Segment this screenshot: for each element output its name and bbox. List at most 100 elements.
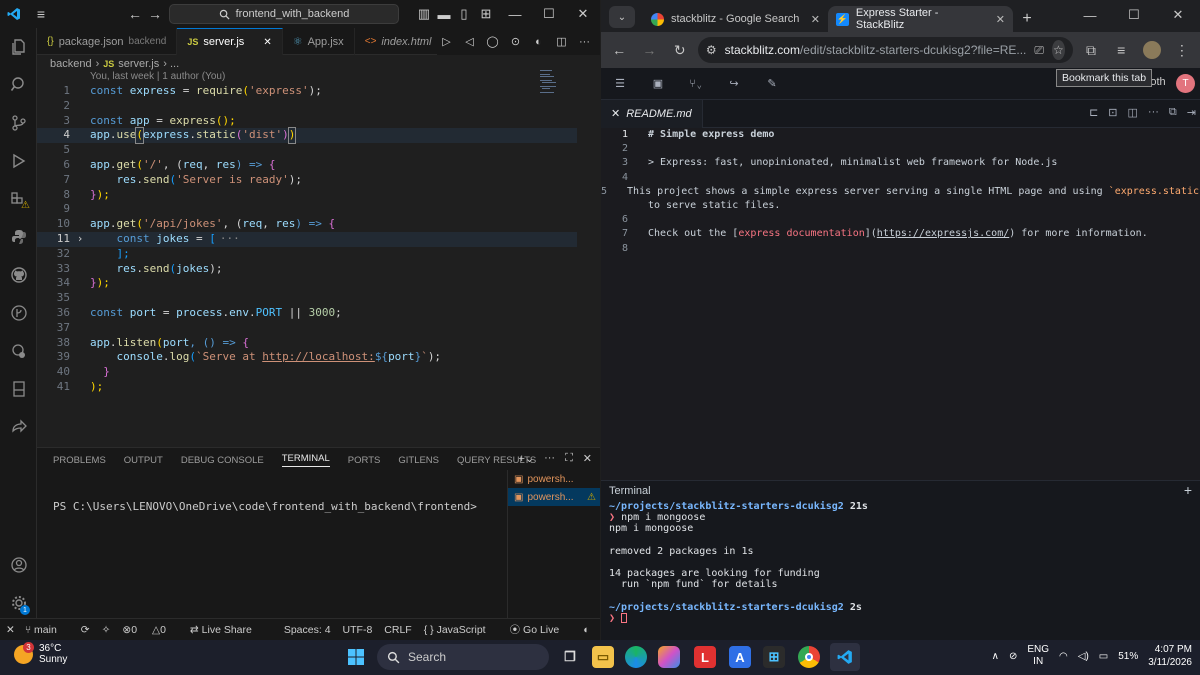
layout-toggle-icon[interactable]: ▥ (414, 0, 434, 28)
preview-icon[interactable]: ⊏ (1089, 106, 1098, 119)
tab-index-html[interactable]: <> index.html (355, 28, 443, 55)
minimize-icon[interactable]: — (498, 0, 532, 28)
explorer-icon[interactable] (0, 28, 37, 66)
run-debug-icon[interactable] (0, 142, 37, 180)
compare-icon[interactable]: ◯ (483, 35, 502, 48)
maximize-icon[interactable]: ☐ (1112, 0, 1156, 30)
problems-indicator[interactable]: ⊗0 △0 (122, 624, 178, 636)
split-preview-icon[interactable]: ⊡ (1108, 106, 1117, 119)
customize-layout-icon[interactable]: ⊞ (474, 0, 498, 28)
edit-pencil-icon[interactable]: ✎ (753, 68, 791, 100)
back-arrow-icon[interactable]: ← (607, 37, 631, 63)
wifi-icon[interactable]: ◠ (1059, 651, 1068, 662)
remote-explorer-icon[interactable] (0, 332, 37, 370)
weather-widget[interactable]: 3 36°C Sunny (14, 641, 67, 665)
open-external-icon[interactable]: ⧉ (1169, 106, 1177, 119)
sidebar-toggle-icon[interactable]: ▯ (454, 0, 474, 28)
file-explorer-icon[interactable]: ▭ (592, 646, 614, 668)
volume-icon[interactable]: ◁) (1078, 651, 1089, 662)
gitlens-icon[interactable]: ◐ (529, 36, 548, 48)
fold-chevron-icon[interactable]: › (70, 232, 90, 247)
panel-tab-output[interactable]: OUTPUT (124, 455, 163, 466)
vscode-taskbar-icon[interactable] (830, 643, 860, 671)
code-editor[interactable]: 1 const express = require('express'); 2 3… (37, 84, 577, 395)
remote-icon[interactable]: ✕ (6, 624, 15, 636)
stackblitz-terminal[interactable]: Terminal + ~/projects/stackblitz-starter… (601, 480, 1200, 640)
media-control-icon[interactable]: ≡ (1109, 37, 1133, 63)
forward-arrow-icon[interactable]: → (637, 37, 661, 63)
chrome-tab-stackblitz[interactable]: ⚡ Express Starter - StackBlitz ✕ (828, 6, 1013, 32)
tab-server-js[interactable]: JS server.js ✕ (177, 28, 283, 55)
tab-package-json[interactable]: {} package.json backend (37, 28, 178, 55)
user-avatar[interactable]: T (1176, 74, 1195, 93)
split-editor-icon[interactable]: ◫ (552, 35, 571, 48)
panel-tab-ports[interactable]: PORTS (348, 455, 381, 466)
network-off-icon[interactable]: ⊘ (1009, 651, 1017, 662)
breadcrumb-folder[interactable]: backend (50, 58, 92, 70)
panel-tab-terminal[interactable]: TERMINAL (281, 453, 330, 467)
close-tab-icon[interactable]: ✕ (611, 107, 620, 120)
timeline-icon[interactable]: ◁ (460, 35, 479, 48)
command-center-search[interactable]: frontend_with_backend (169, 4, 399, 24)
chrome-icon[interactable] (798, 646, 820, 668)
gitlens-icon[interactable] (0, 294, 37, 332)
tab-close-icon[interactable]: ✕ (263, 37, 271, 48)
new-tab-icon[interactable]: + (1013, 6, 1041, 32)
new-terminal-icon[interactable]: + (1184, 482, 1192, 498)
source-control-icon[interactable] (0, 104, 37, 142)
codelens-blame[interactable]: You, last week | 1 author (You) (90, 71, 225, 82)
indentation-indicator[interactable]: Spaces: 4 (284, 624, 331, 636)
taskbar-search[interactable]: Search (377, 644, 549, 670)
profile-avatar-icon[interactable] (1139, 37, 1163, 63)
battery-icon[interactable]: ▭ (1099, 651, 1108, 662)
panel-tab-gitlens[interactable]: GITLENS (398, 455, 439, 466)
address-bar[interactable]: ⚙ stackblitz.com/edit/stackblitz-starter… (697, 37, 1073, 63)
github-icon[interactable] (0, 256, 37, 294)
more-actions-icon[interactable]: ··· (575, 36, 594, 48)
fork-icon[interactable]: ⑂⌄ (677, 68, 715, 100)
edge-icon[interactable] (625, 646, 647, 668)
close-tab-icon[interactable]: ✕ (811, 13, 820, 26)
branch-indicator[interactable]: ⑂ main (25, 624, 69, 636)
minimize-icon[interactable]: — (1068, 0, 1112, 30)
go-live-button[interactable]: ⦿ Go Live (510, 622, 572, 637)
tab-search-icon[interactable]: ⌄ (609, 6, 635, 28)
copilot-icon[interactable]: ◐ (583, 624, 589, 636)
share-icon[interactable]: ↪ (715, 68, 753, 100)
tab-app-jsx[interactable]: ⚛ App.jsx (283, 28, 355, 55)
extensions-icon[interactable]: ⚠ (0, 180, 37, 218)
forward-arrow-icon[interactable]: → (142, 0, 168, 28)
maximize-panel-icon[interactable]: ⛶ (565, 452, 573, 465)
extensions-puzzle-icon[interactable]: ⧉ (1079, 37, 1103, 63)
collapse-icon[interactable]: ⇥ (1187, 106, 1196, 119)
a-app-icon[interactable]: A (729, 646, 751, 668)
site-info-icon[interactable]: ⚙ (706, 43, 717, 57)
more-icon[interactable]: ··· (1148, 106, 1159, 119)
accounts-icon[interactable] (0, 546, 37, 584)
store-icon[interactable]: ⊞ (763, 646, 785, 668)
hamburger-menu-icon[interactable]: ≡ (28, 0, 54, 28)
language-mode[interactable]: { } JavaScript (424, 624, 498, 636)
run-icon[interactable]: ▷ (437, 35, 456, 48)
clock[interactable]: 4:07 PM 3/11/2026 (1148, 643, 1192, 669)
more-actions-icon[interactable]: ··· (544, 452, 555, 465)
terminal-output[interactable]: PS C:\Users\LENOVO\OneDrive\code\fronten… (53, 500, 477, 513)
python-icon[interactable] (0, 218, 37, 256)
breadcrumb-file[interactable]: server.js (118, 58, 159, 70)
chrome-tab-google[interactable]: stackblitz - Google Search ✕ (643, 6, 828, 32)
terminal-instance[interactable]: ▣ powersh... ⚠ (508, 488, 600, 506)
chevron-up-icon[interactable]: ∧ (992, 651, 999, 662)
sync-icon[interactable]: ⟳ (81, 624, 90, 636)
gitlens-status-icon[interactable]: ✧ (102, 624, 111, 636)
breadcrumb-more[interactable]: › ... (163, 58, 179, 70)
bookmark-star-icon[interactable]: ☆ (1052, 40, 1065, 60)
task-view-icon[interactable]: ❐ (559, 646, 581, 668)
readme-editor[interactable]: 1 # Simple express demo 2 3 > Express: fas… (601, 128, 1200, 256)
reload-icon[interactable]: ↻ (668, 37, 692, 63)
notebook-icon[interactable] (0, 370, 37, 408)
live-share-button[interactable]: ⇄ Live Share (190, 624, 264, 636)
tab-readme[interactable]: ✕ README.md (601, 99, 703, 128)
windows-start-icon[interactable] (345, 646, 367, 668)
l-app-icon[interactable]: L (694, 646, 716, 668)
close-icon[interactable]: ✕ (566, 0, 600, 28)
